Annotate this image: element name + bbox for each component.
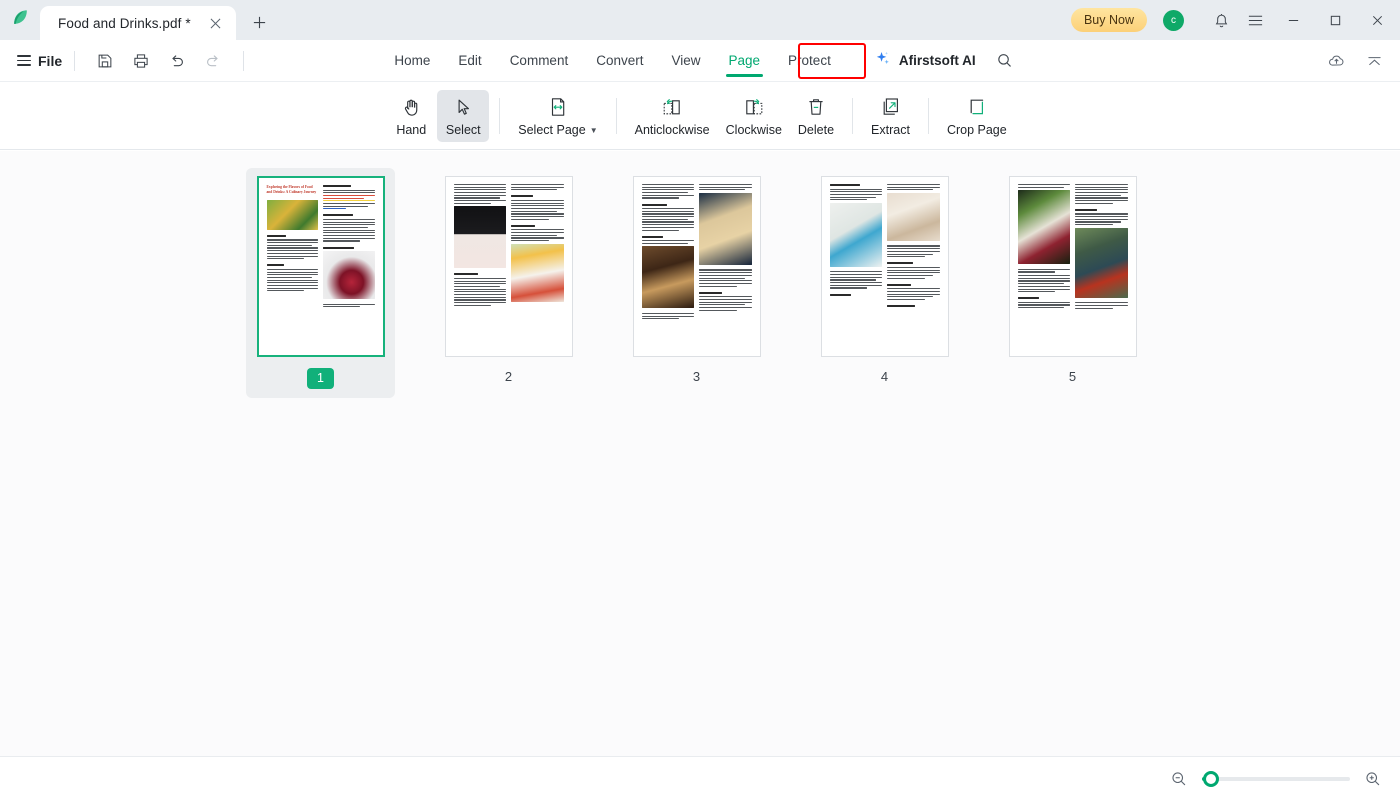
document-tab[interactable]: Food and Drinks.pdf * [40,6,236,40]
page-number-5: 5 [1068,369,1077,384]
divider [243,50,245,71]
hand-tool-label: Hand [396,123,427,137]
page-preview-1: Exploring the Flavors of Food and Drinks… [256,176,385,357]
select-page-button[interactable]: Select Page ▼ [510,90,605,142]
page-thumbnail-5[interactable]: 5 [998,168,1147,392]
divider [927,97,929,134]
page-preview-4 [820,176,949,357]
extract-pages-icon [880,94,902,118]
rotate-anticlockwise-icon [661,94,683,118]
hand-tool-button[interactable]: Hand [385,90,437,142]
minimize-icon[interactable] [1272,0,1314,40]
divider [499,97,501,134]
redo-icon[interactable] [198,46,228,76]
tab-view[interactable]: View [657,46,714,76]
rotate-anticlockwise-button[interactable]: Anticlockwise [627,90,718,142]
page-number-4: 4 [880,369,889,384]
rotate-anticlockwise-label: Anticlockwise [634,123,710,137]
bell-icon[interactable] [1204,0,1238,40]
delete-page-button[interactable]: Delete [790,90,842,142]
chevron-down-icon[interactable]: ▼ [590,126,598,135]
page-thumbnail-2[interactable]: 2 [434,168,583,392]
afirstsoft-ai-label: Afirstsoft AI [898,53,976,68]
divider [852,97,854,134]
zoom-in-icon[interactable] [1362,768,1384,790]
zoom-slider-handle[interactable] [1202,770,1219,787]
tab-comment[interactable]: Comment [496,46,583,76]
crop-page-label: Crop Page [946,123,1007,137]
divider [615,97,617,134]
select-page-text: Select Page [518,123,586,137]
maximize-icon[interactable] [1314,0,1356,40]
crop-page-button[interactable]: Crop Page [939,90,1015,142]
menu-bar: File Home Edit Comment Convert View Page… [0,40,1400,82]
cursor-arrow-icon [453,94,474,118]
save-icon[interactable] [90,46,120,76]
print-icon[interactable] [126,46,156,76]
hamburger-menu-icon[interactable] [1238,0,1272,40]
page-number-1: 1 [307,368,334,389]
select-tool-button[interactable]: Select [437,89,490,142]
search-icon[interactable] [990,46,1020,76]
tab-home[interactable]: Home [380,46,444,76]
page-ribbon-toolbar: Hand Select Select Page ▼ Anticlockwise … [0,82,1400,150]
collapse-ribbon-icon[interactable] [1359,46,1389,76]
rotate-clockwise-icon [743,94,765,118]
tab-protect[interactable]: Protect [774,46,845,76]
crop-page-icon [966,94,988,118]
file-menu-label: File [38,52,63,69]
tab-convert[interactable]: Convert [582,46,657,76]
select-page-label: Select Page ▼ [518,123,597,137]
cloud-upload-icon[interactable] [1321,46,1351,76]
title-bar: Food and Drinks.pdf * Buy Now c [0,0,1400,40]
page-number-3: 3 [692,369,701,384]
trash-icon [805,94,827,118]
afirstsoft-ai-button[interactable]: Afirstsoft AI [873,49,976,73]
file-menu-icon [17,55,31,66]
page-1-title: Exploring the Flavors of Food and Drinks… [266,185,317,195]
rotate-clockwise-button[interactable]: Clockwise [718,90,790,142]
page-thumbnail-4[interactable]: 4 [810,168,959,392]
rotate-clockwise-label: Clockwise [725,123,782,137]
tab-edit[interactable]: Edit [444,46,495,76]
sparkle-icon [873,49,892,73]
plus-icon[interactable] [244,7,274,37]
menubar-right-actions [1318,40,1392,82]
hand-icon [401,94,422,118]
zoom-slider[interactable] [1202,770,1350,787]
page-thumbnail-1[interactable]: Exploring the Flavors of Food and Drinks… [246,168,395,398]
page-preview-5 [1008,176,1137,357]
page-number-2: 2 [504,369,513,384]
select-tool-label: Select [445,123,481,137]
page-preview-2 [444,176,573,357]
tab-page[interactable]: Page [715,46,775,77]
page-thumbnail-workspace[interactable]: Exploring the Flavors of Food and Drinks… [0,151,1400,756]
extract-pages-label: Extract [871,123,910,137]
extract-pages-button[interactable]: Extract [863,90,918,142]
page-thumbnail-grid: Exploring the Flavors of Food and Drinks… [0,151,1400,398]
page-preview-3 [632,176,761,357]
status-bar [0,756,1400,800]
select-page-icon [547,94,569,118]
window-close-icon[interactable] [1356,0,1398,40]
tab-title: Food and Drinks.pdf * [58,15,191,31]
window-controls-group: Buy Now c [1070,0,1400,40]
avatar[interactable]: c [1163,9,1184,31]
divider [74,50,76,71]
undo-icon[interactable] [162,46,192,76]
leaf-logo-icon [0,0,40,40]
file-menu-button[interactable]: File [17,53,62,69]
buy-now-button[interactable]: Buy Now [1070,8,1147,32]
page-thumbnail-3[interactable]: 3 [622,168,771,392]
close-icon[interactable] [204,12,226,34]
delete-page-label: Delete [797,123,835,137]
zoom-out-icon[interactable] [1168,768,1190,790]
